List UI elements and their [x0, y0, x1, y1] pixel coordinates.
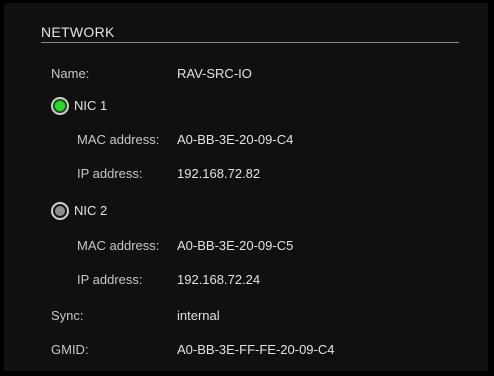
nic-1-status-icon: [51, 97, 69, 115]
nic-1-mac-row: MAC address: A0-BB-3E-20-09-C4: [4, 130, 488, 150]
section-title: NETWORK: [41, 24, 115, 40]
nic-1-ip-label: IP address:: [77, 166, 143, 181]
network-panel: NETWORK Name: RAV-SRC-IO NIC 1 MAC addre…: [4, 3, 488, 371]
nic-2-ip-label: IP address:: [77, 272, 143, 287]
name-label: Name:: [51, 66, 90, 81]
gmid-row: GMID: A0-BB-3E-FF-FE-20-09-C4: [4, 340, 488, 360]
nic-1-mac-label: MAC address:: [77, 132, 160, 147]
nic-2-ip-row: IP address: 192.168.72.24: [4, 270, 488, 290]
nic-1-ip-row: IP address: 192.168.72.82: [4, 164, 488, 184]
section-divider: [41, 42, 459, 43]
nic-2-mac-row: MAC address: A0-BB-3E-20-09-C5: [4, 236, 488, 256]
sync-row: Sync: internal: [4, 306, 488, 326]
nic-2-status-icon: [51, 202, 69, 220]
nic-1-mac-value: A0-BB-3E-20-09-C4: [177, 132, 294, 147]
nic-1-ip-value: 192.168.72.82: [177, 166, 261, 181]
sync-value: internal: [177, 308, 220, 323]
nic-2-mac-label: MAC address:: [77, 238, 160, 253]
nic-2-led-core: [55, 206, 65, 216]
name-row: Name: RAV-SRC-IO: [4, 64, 488, 84]
nic-2-mac-value: A0-BB-3E-20-09-C5: [177, 238, 294, 253]
nic-1-label: NIC 1: [74, 98, 108, 113]
nic-2-ip-value: 192.168.72.24: [177, 272, 261, 287]
nic-1-led-core: [55, 101, 65, 111]
gmid-label: GMID:: [51, 342, 89, 357]
nic-2-label: NIC 2: [74, 203, 108, 218]
gmid-value: A0-BB-3E-FF-FE-20-09-C4: [177, 342, 335, 357]
sync-label: Sync:: [51, 308, 84, 323]
name-value: RAV-SRC-IO: [177, 66, 252, 81]
